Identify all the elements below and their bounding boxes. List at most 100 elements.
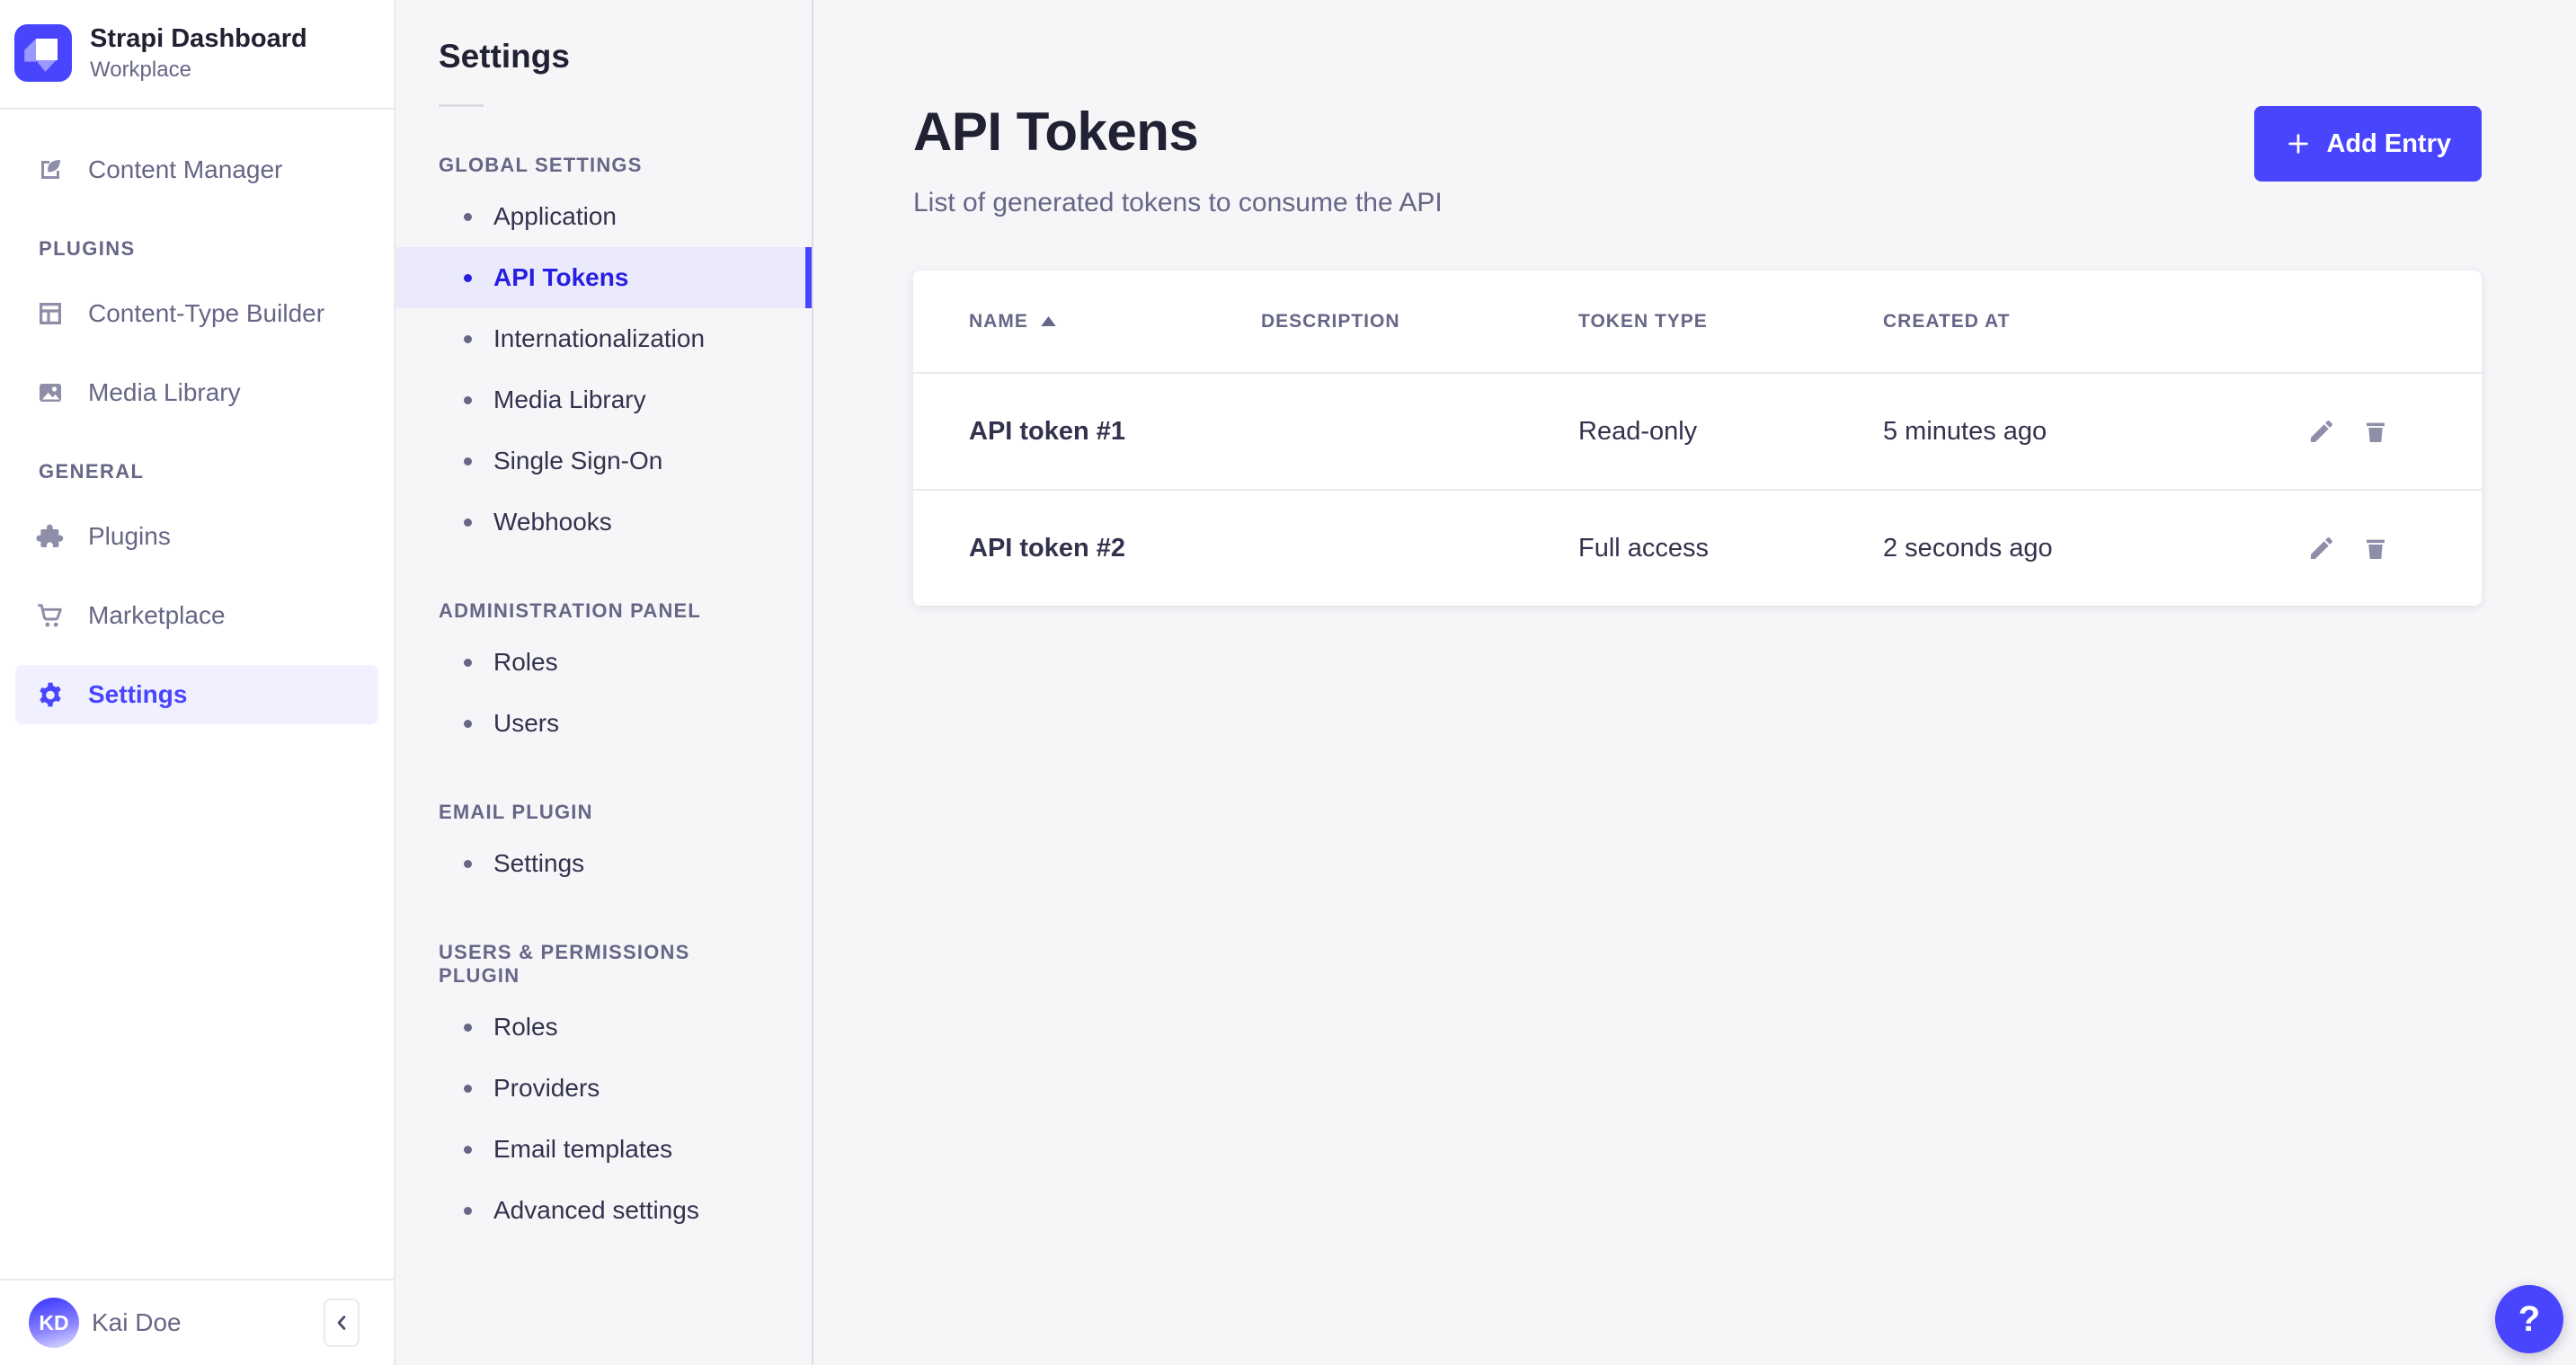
column-header-token-type: Token type [1578,311,1883,332]
user-avatar[interactable]: KD [29,1298,79,1348]
subnav-item-webhooks[interactable]: Webhooks [395,492,812,553]
sidebar-item-content-manager[interactable]: Content Manager [15,140,378,199]
content-type-builder-icon [36,299,65,328]
subnav-item-providers[interactable]: Providers [395,1058,812,1119]
bullet-icon [464,720,472,728]
sidebar-section-general: General [39,460,378,483]
bullet-icon [464,1207,472,1215]
subnav-item-label: Roles [493,1013,558,1041]
column-header-created-at: Created at [1883,311,2291,332]
table-header-row: Name Description Token type Created at [913,270,2482,372]
bullet-icon [464,519,472,527]
subnav-item-label: API Tokens [493,263,628,292]
sidebar-item-plugins[interactable]: Plugins [15,507,378,566]
subnav-item-label: Application [493,202,617,231]
bullet-icon [464,457,472,465]
subnav-divider [439,104,484,107]
sidebar-nav: Content Manager Plugins Content-Type Bui… [0,110,394,1279]
subnav-item-admin-users[interactable]: Users [395,693,812,754]
sidebar-item-label: Plugins [88,522,171,551]
user-name: Kai Doe [92,1308,311,1337]
chevron-left-icon [329,1310,354,1335]
subnav-item-label: Users [493,709,559,738]
token-created-at: 2 seconds ago [1883,534,2291,563]
sidebar-item-label: Content Manager [88,155,282,184]
subnav-item-label: Single Sign-On [493,447,662,475]
pencil-icon [2307,534,2336,563]
subnav-item-label: Roles [493,648,558,677]
trash-icon [2361,534,2390,563]
workspace-header[interactable]: Strapi Dashboard Workplace [0,0,394,110]
sidebar-collapse-button[interactable] [324,1299,360,1347]
question-mark-icon: ? [2518,1299,2540,1340]
pencil-icon [2307,417,2336,446]
sidebar-item-media-library[interactable]: Media Library [15,363,378,422]
add-entry-button[interactable]: Add Entry [2254,106,2482,182]
settings-gear-icon [36,680,65,709]
subnav-item-label: Webhooks [493,508,612,536]
subnav-item-label: Providers [493,1074,600,1103]
bullet-icon [464,659,472,667]
token-type: Full access [1578,534,1883,563]
subnav-section-administration-panel: Administration panel [395,599,812,623]
bullet-icon [464,1024,472,1032]
sidebar-item-label: Settings [88,680,187,709]
subnav-item-label: Media Library [493,386,646,414]
column-header-name[interactable]: Name [969,311,1261,332]
sort-ascending-icon [1041,316,1056,326]
subnav-item-advanced-settings[interactable]: Advanced settings [395,1180,812,1241]
delete-token-button[interactable] [2361,534,2390,563]
subnav-section-global-settings: Global Settings [395,154,812,177]
add-entry-label: Add Entry [2326,129,2451,159]
subnav-item-label: Email templates [493,1135,672,1164]
bullet-icon [464,1085,472,1093]
bullet-icon [464,396,472,404]
token-type: Read-only [1578,417,1883,447]
subnav-item-media-library[interactable]: Media Library [395,369,812,430]
table-row[interactable]: API token #2 Full access 2 seconds ago [913,489,2482,606]
help-button[interactable]: ? [2495,1285,2563,1353]
table-row[interactable]: API token #1 Read-only 5 minutes ago [913,372,2482,489]
token-name: API token #1 [969,417,1261,447]
content-manager-icon [36,155,65,184]
plugins-icon [36,522,65,551]
token-name: API token #2 [969,534,1261,563]
token-created-at: 5 minutes ago [1883,417,2291,447]
workspace-title: Strapi Dashboard [90,23,307,55]
subnav-section-email-plugin: Email plugin [395,801,812,824]
sidebar-section-plugins: Plugins [39,237,378,261]
bullet-icon [464,274,472,282]
tokens-table-card: Name Description Token type Created at A… [913,270,2482,606]
plus-icon [2285,130,2312,157]
subnav-item-api-tokens[interactable]: API Tokens [395,247,812,308]
subnav-item-email-templates[interactable]: Email templates [395,1119,812,1180]
subnav-item-label: Internationalization [493,324,705,353]
bullet-icon [464,335,472,343]
delete-token-button[interactable] [2361,417,2390,446]
subnav-item-admin-roles[interactable]: Roles [395,632,812,693]
subnav-item-label: Advanced settings [493,1196,699,1225]
edit-token-button[interactable] [2307,417,2336,446]
page-title: API Tokens [913,101,1443,163]
bullet-icon [464,1146,472,1154]
subnav-item-up-roles[interactable]: Roles [395,997,812,1058]
subnav-title: Settings [395,38,812,75]
main-content: API Tokens List of generated tokens to c… [813,0,2576,1365]
sidebar-item-marketplace[interactable]: Marketplace [15,586,378,645]
page-header: API Tokens List of generated tokens to c… [913,101,2482,218]
sidebar-item-label: Media Library [88,378,241,407]
sidebar-item-content-type-builder[interactable]: Content-Type Builder [15,284,378,343]
subnav-item-internationalization[interactable]: Internationalization [395,308,812,369]
bullet-icon [464,213,472,221]
settings-subnav: Settings Global Settings Application API… [395,0,813,1365]
sidebar-item-settings[interactable]: Settings [15,665,378,724]
subnav-section-users-permissions-plugin: Users & Permissions plugin [395,941,812,988]
subnav-item-single-sign-on[interactable]: Single Sign-On [395,430,812,492]
edit-token-button[interactable] [2307,534,2336,563]
subnav-item-email-settings[interactable]: Settings [395,833,812,894]
trash-icon [2361,417,2390,446]
workspace-subtitle: Workplace [90,58,307,83]
media-library-icon [36,378,65,407]
sidebar-item-label: Content-Type Builder [88,299,324,328]
subnav-item-application[interactable]: Application [395,186,812,247]
